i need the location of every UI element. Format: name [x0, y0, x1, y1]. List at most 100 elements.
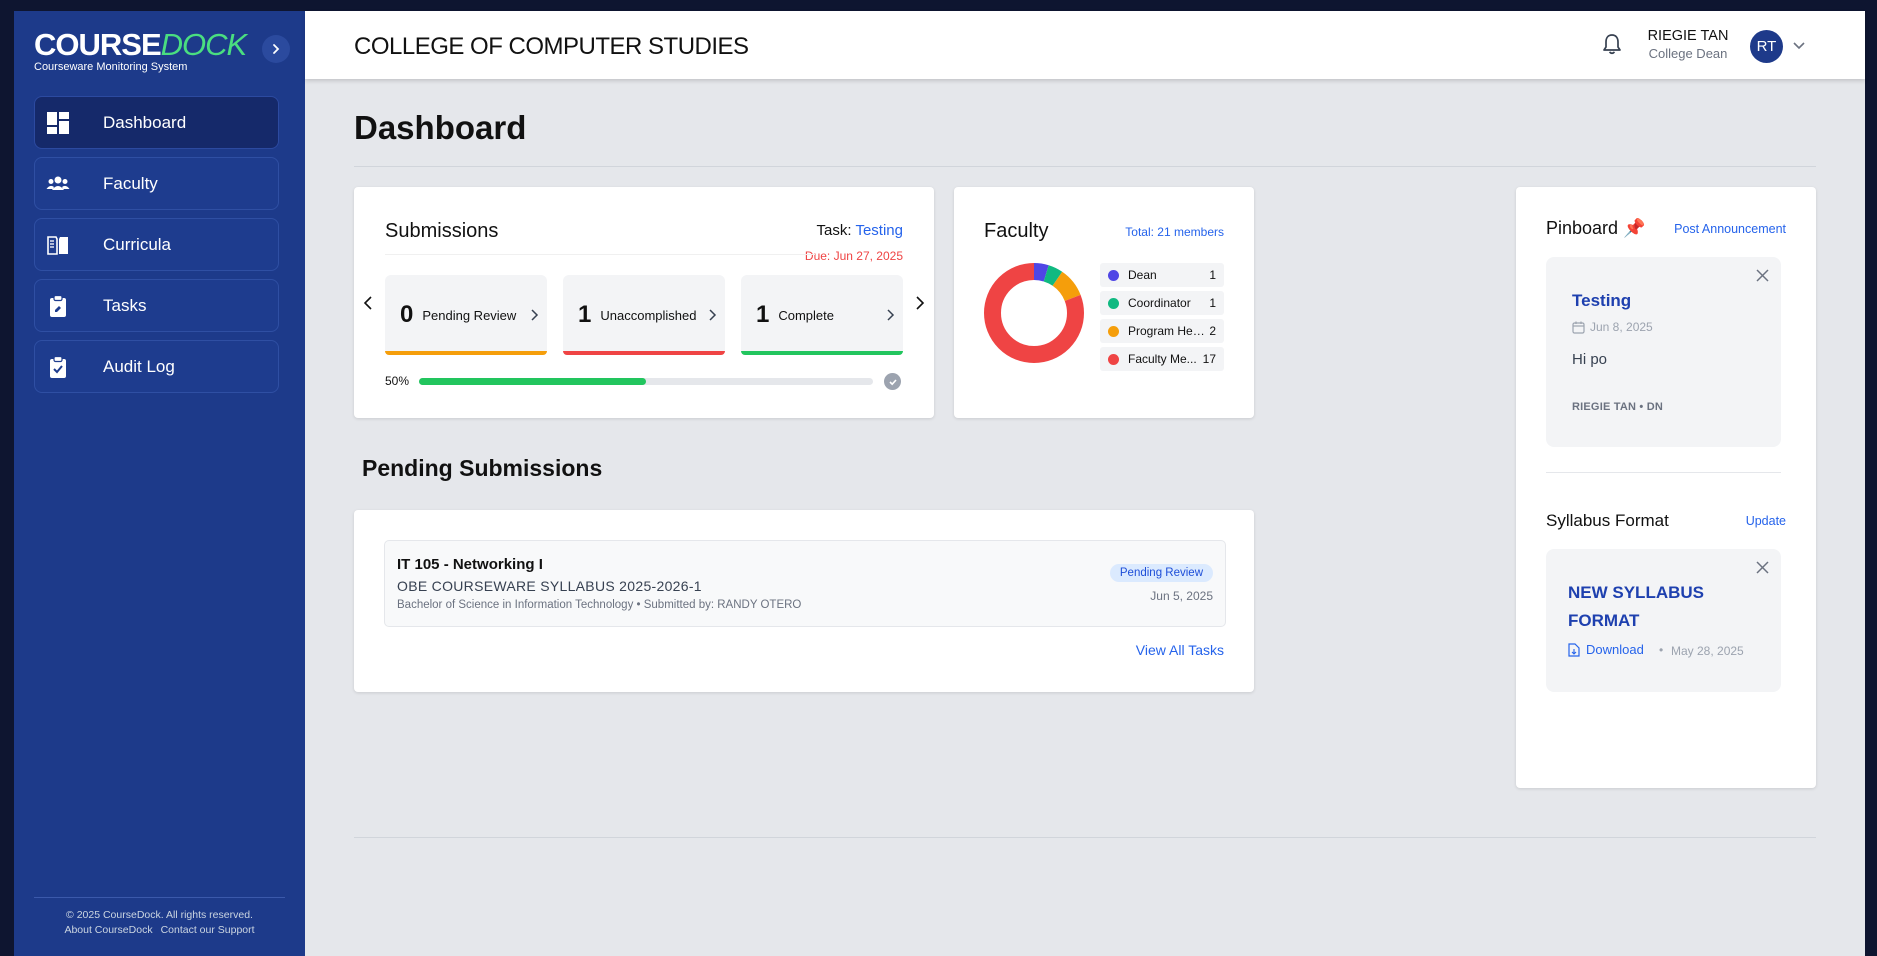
user-info[interactable]: RIEGIE TAN College Dean [1643, 28, 1733, 61]
stat-pending-review[interactable]: 0 Pending Review [385, 275, 547, 355]
stat-count: 1 [578, 301, 592, 328]
legend-label: Faculty Me... [1128, 352, 1197, 366]
legend-value: 2 [1209, 324, 1216, 338]
avatar[interactable]: RT [1750, 30, 1783, 63]
legend-item-dean: Dean 1 [1100, 263, 1224, 287]
pending-submissions-card: IT 105 - Networking I OBE COURSEWARE SYL… [354, 510, 1254, 692]
legend-value: 1 [1209, 296, 1216, 310]
carousel-prev-button[interactable] [362, 295, 374, 316]
carousel-next-button[interactable] [914, 295, 926, 316]
pending-submissions-heading: Pending Submissions [362, 455, 603, 481]
chevron-left-icon [363, 296, 372, 310]
task-label: Task: [816, 222, 852, 239]
download-label: Download [1586, 642, 1644, 657]
legend-item-faculty-member: Faculty Me... 17 [1100, 347, 1224, 371]
clipboard-check-icon [46, 355, 70, 379]
chevron-right-icon [531, 309, 539, 321]
faculty-total[interactable]: Total: 21 members [1125, 225, 1224, 239]
stat-label: Unaccomplished [600, 307, 697, 323]
document-title: OBE COURSEWARE SYLLABUS 2025-2026-1 [397, 578, 702, 594]
stat-color-bar [741, 351, 903, 355]
close-syllabus-button[interactable] [1756, 561, 1769, 579]
legend-label: Coordinator [1128, 296, 1191, 310]
top-bar: COLLEGE OF COMPUTER STUDIES RIEGIE TAN C… [305, 11, 1865, 79]
chevron-right-icon [887, 309, 895, 321]
sidebar-item-label: Tasks [103, 295, 147, 315]
user-menu-toggle[interactable] [1792, 38, 1806, 56]
pinboard-title-text: Pinboard [1546, 218, 1619, 238]
submissions-card: Submissions Task: Testing Due: Jun 27, 2… [354, 187, 934, 418]
legend-dot [1108, 353, 1119, 365]
chevron-right-icon [273, 44, 280, 54]
update-syllabus-button[interactable]: Update [1746, 514, 1786, 528]
announcement-date-text: Jun 8, 2025 [1590, 320, 1653, 334]
progress-fill [419, 378, 646, 385]
page-title: Dashboard [354, 109, 527, 146]
submissions-title: Submissions [385, 220, 499, 242]
sidebar-item-tasks[interactable]: Tasks [34, 279, 279, 332]
pinboard-card: Pinboard 📌 Post Announcement Testing Jun… [1516, 187, 1816, 788]
legend-label: Dean [1128, 268, 1157, 282]
sidebar-nav: Dashboard Faculty Curricula Tasks Audit … [34, 96, 279, 401]
announcement-title[interactable]: Testing [1572, 291, 1631, 311]
users-icon [46, 172, 70, 196]
faculty-legend: Dean 1 Coordinator 1 Program Head 2 Faculty… [1100, 263, 1224, 375]
announcement-date: Jun 8, 2025 [1572, 320, 1653, 334]
stat-label: Pending Review [422, 307, 517, 323]
submission-meta: Bachelor of Science in Information Techn… [397, 599, 802, 611]
task-due-date: Due: Jun 27, 2025 [804, 249, 903, 263]
sidebar-item-curricula[interactable]: Curricula [34, 218, 279, 271]
close-icon [1756, 269, 1769, 282]
book-icon [46, 233, 70, 257]
sidebar-item-audit-log[interactable]: Audit Log [34, 340, 279, 393]
separator-dot: • [1659, 643, 1664, 657]
submission-date: Jun 5, 2025 [1150, 589, 1213, 603]
download-button[interactable]: Download [1568, 642, 1644, 657]
notifications-button[interactable] [1602, 33, 1622, 60]
syllabus-date: May 28, 2025 [1671, 644, 1744, 658]
stat-complete[interactable]: 1 Complete [741, 275, 903, 355]
legend-item-program-head: Program Head 2 [1100, 319, 1224, 343]
app-logo[interactable]: COURSEDOCK Courseware Monitoring System [34, 28, 247, 74]
post-announcement-button[interactable]: Post Announcement [1674, 222, 1786, 236]
file-download-icon [1568, 642, 1580, 657]
sidebar-toggle-button[interactable] [262, 35, 290, 63]
user-role: College Dean [1648, 46, 1728, 61]
sidebar-item-faculty[interactable]: Faculty [34, 157, 279, 210]
stat-label: Complete [778, 307, 834, 323]
faculty-title: Faculty [984, 220, 1049, 242]
college-title: COLLEGE OF COMPUTER STUDIES [354, 33, 749, 60]
task-link[interactable]: Testing [855, 222, 903, 239]
announcement-author: RIEGIE TAN • DN [1572, 401, 1663, 413]
pinboard-divider [1546, 472, 1781, 473]
submissions-divider [385, 254, 815, 255]
dashboard-icon [46, 111, 70, 135]
sidebar-item-label: Dashboard [103, 112, 187, 132]
logo-subtitle: Courseware Monitoring System [34, 61, 188, 73]
title-divider [354, 166, 1816, 167]
legend-value: 17 [1202, 352, 1216, 366]
legend-item-coordinator: Coordinator 1 [1100, 291, 1224, 315]
stat-unaccomplished[interactable]: 1 Unaccomplished [563, 275, 725, 355]
sidebar-item-dashboard[interactable]: Dashboard [34, 96, 279, 149]
legend-label: Program Head [1128, 324, 1206, 338]
clipboard-icon [46, 294, 70, 318]
legend-value: 1 [1209, 268, 1216, 282]
contact-support-link[interactable]: Contact our Support [161, 924, 255, 936]
close-announcement-button[interactable] [1756, 269, 1769, 287]
stat-color-bar [385, 351, 547, 355]
syllabus-name: NEW SYLLABUS FORMAT [1568, 583, 1704, 630]
course-title: IT 105 - Networking I [397, 556, 543, 573]
sidebar-item-label: Curricula [103, 234, 172, 254]
view-all-tasks-link[interactable]: View All Tasks [1136, 642, 1224, 658]
calendar-icon [1572, 321, 1585, 334]
chevron-right-icon [916, 296, 925, 310]
sidebar-item-label: Audit Log [103, 356, 175, 376]
about-link[interactable]: About CourseDock [64, 924, 152, 936]
bell-icon [1603, 34, 1621, 55]
main-content: COLLEGE OF COMPUTER STUDIES RIEGIE TAN C… [305, 11, 1865, 956]
user-name: RIEGIE TAN [1647, 28, 1729, 44]
footer-divider [354, 837, 1816, 838]
stat-count: 1 [756, 301, 770, 328]
list-item[interactable]: IT 105 - Networking I OBE COURSEWARE SYL… [384, 540, 1226, 627]
